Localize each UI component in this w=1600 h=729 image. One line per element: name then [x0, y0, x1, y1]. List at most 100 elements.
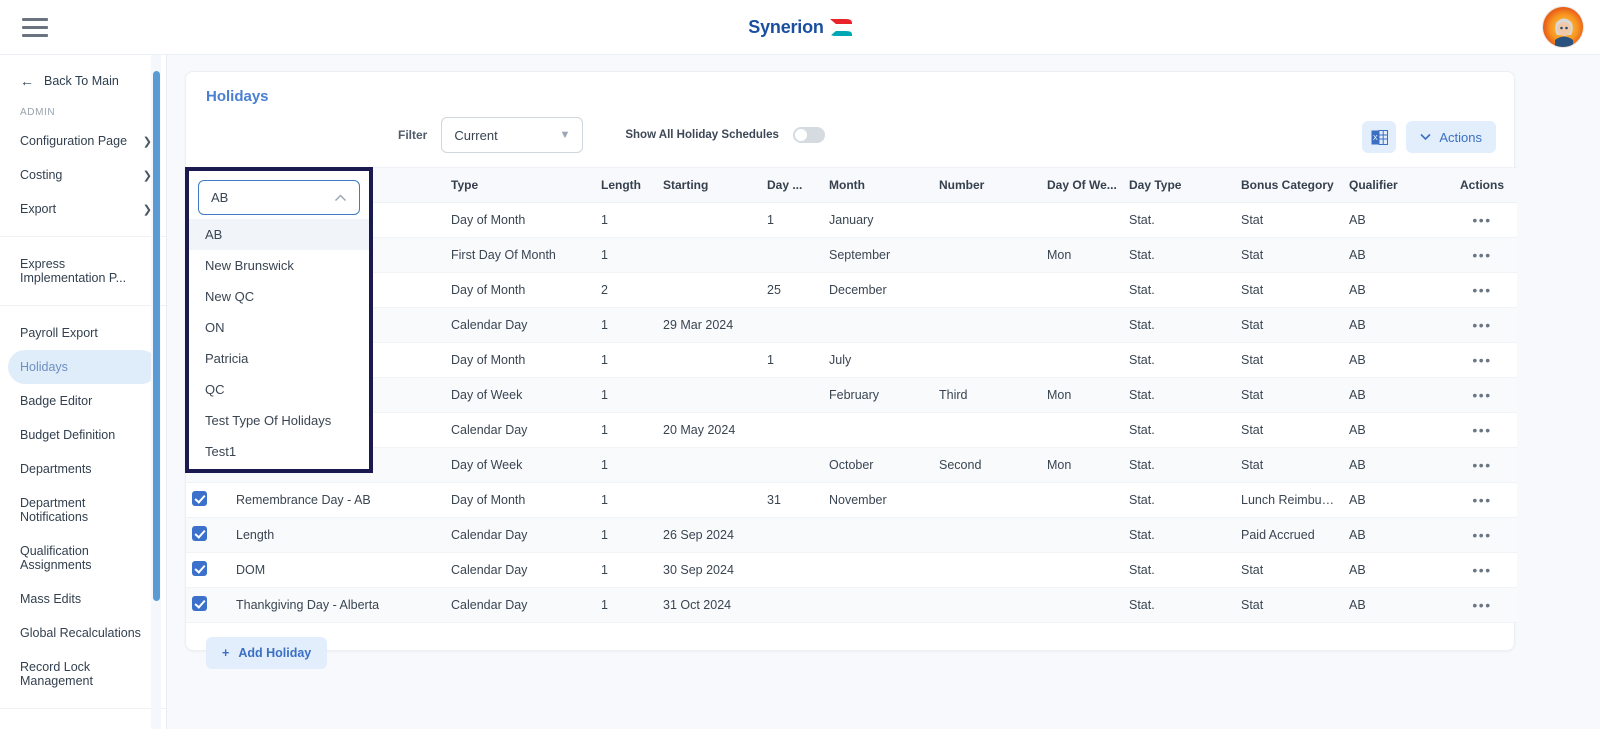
sidebar-item-payroll-export[interactable]: Payroll Export: [0, 316, 166, 350]
sidebar-item-budget-definition[interactable]: Budget Definition: [0, 418, 166, 452]
hamburger-icon[interactable]: [22, 17, 48, 37]
table-row[interactable]: Remembrance Day - AB Day of Month 1 31 Novem…: [186, 482, 1517, 518]
row-day: [761, 412, 823, 448]
column-header-month[interactable]: Month: [823, 167, 933, 203]
row-checkbox[interactable]: [192, 491, 207, 506]
row-actions-cell[interactable]: •••: [1447, 377, 1517, 413]
dropdown-option[interactable]: Patricia: [189, 343, 369, 374]
table-row[interactable]: Length Calendar Day 1 26 Sep 2024 Stat. Paid …: [186, 517, 1517, 553]
column-header-day-of-week[interactable]: Day Of We...: [1041, 167, 1123, 203]
row-more-actions-icon[interactable]: •••: [1472, 387, 1491, 403]
table-row[interactable]: Day of Month 1 1 July Stat. Stat AB •••: [186, 342, 1517, 378]
actions-button[interactable]: Actions: [1406, 121, 1496, 153]
dropdown-option[interactable]: AB: [189, 219, 369, 250]
row-actions-cell[interactable]: •••: [1447, 237, 1517, 273]
row-more-actions-icon[interactable]: •••: [1472, 317, 1491, 333]
sidebar-item-label: Departments: [20, 462, 92, 476]
dropdown-option[interactable]: Test1: [189, 436, 369, 467]
sidebar-item-configuration-page[interactable]: Configuration Page ❯: [0, 124, 166, 158]
excel-export-icon[interactable]: X: [1362, 121, 1397, 153]
row-length: 1: [595, 237, 657, 273]
row-checkbox-cell[interactable]: [186, 587, 230, 623]
sidebar-item-qualification-assignments[interactable]: Qualification Assignments: [0, 534, 166, 582]
sidebar-item-punch-errors[interactable]: Punch Errors: [0, 719, 166, 729]
sidebar-item-export[interactable]: Export ❯: [0, 192, 166, 226]
avatar[interactable]: [1542, 6, 1584, 48]
table-head: Type Length Starting Day ... Month Numbe…: [186, 167, 1517, 203]
sidebar-item-express-implementation[interactable]: Express Implementation P...: [0, 247, 166, 295]
table-row[interactable]: Day of Month 2 25 December Stat. Stat AB •••: [186, 272, 1517, 308]
row-number: Second: [933, 447, 1041, 483]
row-actions-cell[interactable]: •••: [1447, 202, 1517, 238]
sidebar-item-costing[interactable]: Costing ❯: [0, 158, 166, 192]
row-length: 2: [595, 272, 657, 308]
dropdown-option[interactable]: QC: [189, 374, 369, 405]
column-header-starting[interactable]: Starting: [657, 167, 761, 203]
column-header-length[interactable]: Length: [595, 167, 657, 203]
row-actions-cell[interactable]: •••: [1447, 587, 1517, 623]
row-actions-cell[interactable]: •••: [1447, 517, 1517, 553]
sidebar-item-record-lock-management[interactable]: Record Lock Management: [0, 650, 166, 698]
row-more-actions-icon[interactable]: •••: [1472, 597, 1491, 613]
holiday-schedule-select-field[interactable]: AB: [198, 180, 360, 215]
table-row[interactable]: Day of Week 1 February Third Mon Stat. Stat AB •…: [186, 377, 1517, 413]
table-row[interactable]: DOM Calendar Day 1 30 Sep 2024 Stat. Stat AB ••…: [186, 552, 1517, 588]
row-more-actions-icon[interactable]: •••: [1472, 457, 1491, 473]
sidebar-item-holidays[interactable]: Holidays: [8, 350, 158, 384]
column-header-type[interactable]: Type: [445, 167, 595, 203]
row-bonus-category: Stat: [1235, 202, 1343, 238]
row-actions-cell[interactable]: •••: [1447, 412, 1517, 448]
table-row[interactable]: Thanksgiving - ABDay of Week1OctoberSeco…: [186, 447, 1517, 483]
row-actions-cell[interactable]: •••: [1447, 552, 1517, 588]
row-more-actions-icon[interactable]: •••: [1472, 247, 1491, 263]
dropdown-option[interactable]: New Brunswick: [189, 250, 369, 281]
dropdown-option[interactable]: New QC: [189, 281, 369, 312]
table-row[interactable]: First Day Of Month 1 September Mon Stat. Stat…: [186, 237, 1517, 273]
filter-select[interactable]: Current ▼: [441, 117, 584, 153]
column-header-bonus-category[interactable]: Bonus Category: [1235, 167, 1343, 203]
row-actions-cell[interactable]: •••: [1447, 272, 1517, 308]
sidebar-item-department-notifications[interactable]: Department Notifications: [0, 486, 166, 534]
row-actions-cell[interactable]: •••: [1447, 447, 1517, 483]
row-checkbox-cell[interactable]: [186, 482, 230, 518]
row-more-actions-icon[interactable]: •••: [1472, 422, 1491, 438]
table-row[interactable]: Day of Month 1 1 January Stat. Stat AB •••: [186, 202, 1517, 238]
column-header-day[interactable]: Day ...: [761, 167, 823, 203]
row-more-actions-icon[interactable]: •••: [1472, 282, 1491, 298]
row-checkbox[interactable]: [192, 596, 207, 611]
add-holiday-button[interactable]: + Add Holiday: [206, 637, 328, 669]
back-to-main-button[interactable]: ← Back To Main: [0, 55, 166, 99]
row-starting: [657, 482, 761, 518]
sidebar-item-global-recalculations[interactable]: Global Recalculations: [0, 616, 166, 650]
row-checkbox-cell[interactable]: [186, 517, 230, 553]
row-checkbox[interactable]: [192, 526, 207, 541]
sidebar-item-badge-editor[interactable]: Badge Editor: [0, 384, 166, 418]
chevron-down-icon: [1420, 133, 1431, 141]
show-all-holiday-schedules-toggle[interactable]: [792, 127, 825, 143]
row-actions-cell[interactable]: •••: [1447, 307, 1517, 343]
row-more-actions-icon[interactable]: •••: [1472, 562, 1491, 578]
row-checkbox-cell[interactable]: [186, 552, 230, 588]
column-header-number[interactable]: Number: [933, 167, 1041, 203]
column-header-day-type[interactable]: Day Type: [1123, 167, 1235, 203]
dropdown-option[interactable]: Test Type Of Holidays: [189, 405, 369, 436]
row-more-actions-icon[interactable]: •••: [1472, 212, 1491, 228]
table-row[interactable]: Thankgiving Day - Alberta Calendar Day 1 31…: [186, 587, 1517, 623]
row-more-actions-icon[interactable]: •••: [1472, 352, 1491, 368]
row-more-actions-icon[interactable]: •••: [1472, 492, 1491, 508]
sidebar-item-departments[interactable]: Departments: [0, 452, 166, 486]
dropdown-option[interactable]: ON: [189, 312, 369, 343]
row-month: July: [823, 342, 933, 378]
table-row[interactable]: Calendar Day 1 29 Mar 2024 Stat. Stat AB •••: [186, 307, 1517, 343]
table-row[interactable]: Calendar Day 1 20 May 2024 Stat. Stat AB •••: [186, 412, 1517, 448]
row-checkbox[interactable]: [192, 561, 207, 576]
row-more-actions-icon[interactable]: •••: [1472, 527, 1491, 543]
row-actions-cell[interactable]: •••: [1447, 342, 1517, 378]
row-actions-cell[interactable]: •••: [1447, 482, 1517, 518]
row-day-type: Stat.: [1123, 237, 1235, 273]
row-bonus-category: Stat: [1235, 447, 1343, 483]
sidebar-item-mass-edits[interactable]: Mass Edits: [0, 582, 166, 616]
sidebar-scrollbar-thumb[interactable]: [153, 71, 160, 601]
row-length: 1: [595, 517, 657, 553]
column-header-qualifier[interactable]: Qualifier: [1343, 167, 1447, 203]
